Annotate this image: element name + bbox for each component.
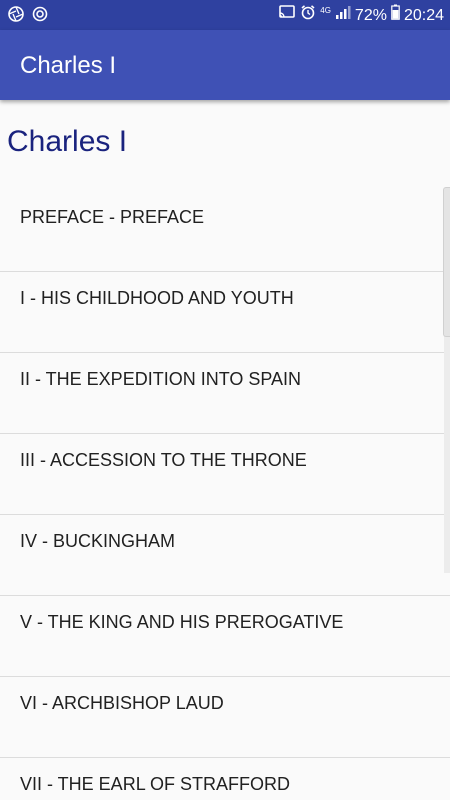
content-area[interactable]: Charles I PREFACE - PREFACE I - HIS CHILD… xyxy=(0,100,450,800)
status-notifications xyxy=(8,6,48,27)
status-indicators: 4G 72% 20:24 xyxy=(278,4,444,27)
chapter-list: PREFACE - PREFACE I - HIS CHILDHOOD AND Y… xyxy=(0,191,450,800)
app-bar: Charles I xyxy=(0,30,450,100)
list-item[interactable]: II - THE EXPEDITION INTO SPAIN xyxy=(0,353,450,434)
sync-icon xyxy=(32,6,48,27)
chapter-label: II - THE EXPEDITION INTO SPAIN xyxy=(20,369,302,389)
aperture-icon xyxy=(8,6,24,27)
battery-percent: 72% xyxy=(354,6,387,24)
list-item[interactable]: V - THE KING AND HIS PREROGATIVE xyxy=(0,596,450,677)
list-item[interactable]: VII - THE EARL OF STRAFFORD xyxy=(0,758,450,800)
clock: 20:24 xyxy=(403,6,444,24)
chapter-label: V - THE KING AND HIS PREROGATIVE xyxy=(20,612,344,632)
chapter-label: PREFACE - PREFACE xyxy=(20,207,205,227)
list-item[interactable]: PREFACE - PREFACE xyxy=(0,191,450,272)
network-type: 4G xyxy=(320,5,331,15)
battery-icon xyxy=(391,4,400,27)
cast-icon xyxy=(278,4,296,27)
scrollbar-thumb[interactable] xyxy=(443,187,450,337)
app-bar-title: Charles I xyxy=(20,52,117,79)
alarm-icon xyxy=(300,4,316,27)
list-item[interactable]: III - ACCESSION TO THE THRONE xyxy=(0,434,450,515)
chapter-label: I - HIS CHILDHOOD AND YOUTH xyxy=(20,288,294,308)
status-bar: 4G 72% 20:24 xyxy=(0,0,450,30)
chapter-label: III - ACCESSION TO THE THRONE xyxy=(20,450,307,470)
list-item[interactable]: I - HIS CHILDHOOD AND YOUTH xyxy=(0,272,450,353)
signal-icon xyxy=(335,4,351,27)
chapter-label: IV - BUCKINGHAM xyxy=(20,531,176,551)
list-item[interactable]: VI - ARCHBISHOP LAUD xyxy=(0,677,450,758)
chapter-label: VI - ARCHBISHOP LAUD xyxy=(20,693,224,713)
list-item[interactable]: IV - BUCKINGHAM xyxy=(0,515,450,596)
page-title: Charles I xyxy=(7,125,128,158)
scrollbar-track[interactable] xyxy=(444,335,450,573)
chapter-label: VII - THE EARL OF STRAFFORD xyxy=(20,774,291,794)
